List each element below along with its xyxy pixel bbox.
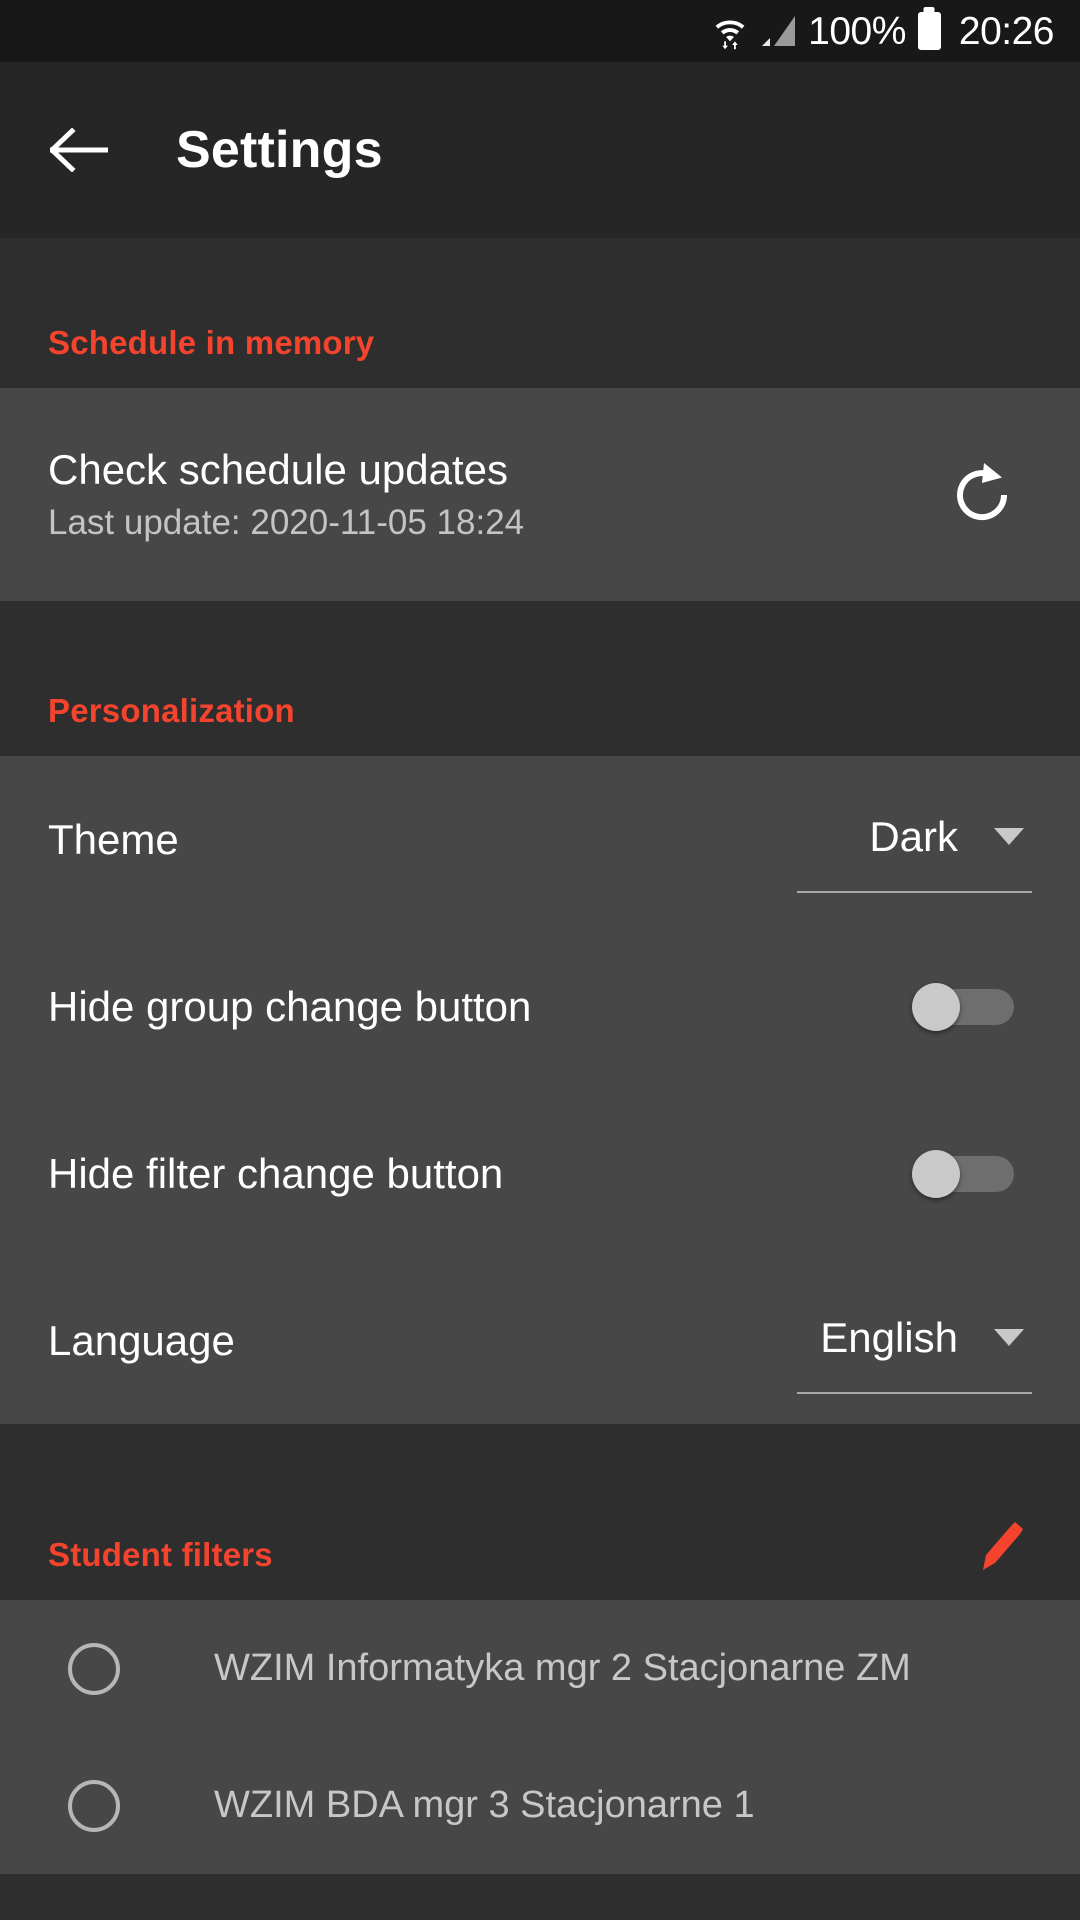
hide-filter-change-button-toggle[interactable] [912, 1150, 1014, 1198]
section-header-personalization: Personalization [0, 601, 1080, 756]
section-title-schedule: Schedule in memory [48, 324, 375, 361]
radio-button-icon[interactable] [68, 1642, 120, 1695]
spinner-underline [797, 890, 1032, 893]
preference-row-language[interactable]: Language English [48, 1257, 1032, 1424]
toggle-thumb [912, 1150, 960, 1198]
wifi-icon [710, 11, 750, 51]
pencil-edit-icon[interactable] [970, 1518, 1032, 1580]
section-header-student-filters: Student filters [0, 1424, 1080, 1600]
section-header-schedule: Schedule in memory [0, 238, 1080, 388]
hide-group-change-button-toggle[interactable] [912, 983, 1014, 1031]
app-bar: Settings [0, 62, 1080, 238]
section-title-student-filters: Student filters [48, 1536, 273, 1573]
battery-full-icon [917, 12, 941, 50]
personalization-card: Theme Dark Hide group change button Hide… [0, 756, 1080, 1424]
check-schedule-updates-row[interactable]: Check schedule updates Last update: 2020… [0, 388, 1080, 601]
settings-screen: 100% 20:26 Settings Schedule in memory C… [0, 0, 1080, 1920]
filter-label: WZIM BDA mgr 3 Stacjonarne 1 [214, 1784, 755, 1826]
preference-row-hide-filter-change-button[interactable]: Hide filter change button [48, 1090, 1032, 1257]
chevron-down-icon [994, 1329, 1024, 1346]
theme-selected-value: Dark [869, 812, 958, 860]
section-title-personalization: Personalization [48, 692, 295, 729]
status-bar: 100% 20:26 [0, 0, 1080, 62]
toggle-thumb [912, 983, 960, 1031]
list-item[interactable]: WZIM BDA mgr 3 Stacjonarne 1 [48, 1737, 1032, 1874]
preference-row-hide-group-change-button[interactable]: Hide group change button [48, 923, 1032, 1090]
schedule-row-texts: Check schedule updates Last update: 2020… [48, 446, 946, 543]
clock-label: 20:26 [958, 9, 1055, 53]
list-item[interactable]: WZIM Informatyka mgr 2 Stacjonarne ZM [48, 1600, 1032, 1737]
language-spinner[interactable]: English [797, 1313, 1032, 1394]
schedule-last-update-label: Last update: 2020-11-05 18:24 [48, 503, 525, 543]
theme-label: Theme [48, 815, 179, 863]
spinner-underline [797, 1391, 1032, 1394]
hide-filter-change-button-label: Hide filter change button [48, 1149, 504, 1197]
radio-button-icon[interactable] [68, 1779, 120, 1832]
language-label: Language [48, 1316, 235, 1364]
preference-row-theme[interactable]: Theme Dark [48, 756, 1032, 923]
refresh-icon[interactable] [946, 459, 1018, 531]
schedule-row-title: Check schedule updates [48, 445, 508, 493]
student-filters-card: WZIM Informatyka mgr 2 Stacjonarne ZM WZ… [0, 1600, 1080, 1874]
back-arrow-icon[interactable] [48, 119, 110, 181]
theme-spinner[interactable]: Dark [797, 812, 1032, 893]
page-title: Settings [176, 121, 383, 179]
battery-percent-label: 100% [808, 9, 906, 53]
cellular-signal-icon [761, 14, 797, 48]
filter-label: WZIM Informatyka mgr 2 Stacjonarne ZM [214, 1647, 911, 1689]
language-selected-value: English [820, 1313, 958, 1361]
chevron-down-icon [994, 828, 1024, 845]
hide-group-change-button-label: Hide group change button [48, 982, 532, 1030]
